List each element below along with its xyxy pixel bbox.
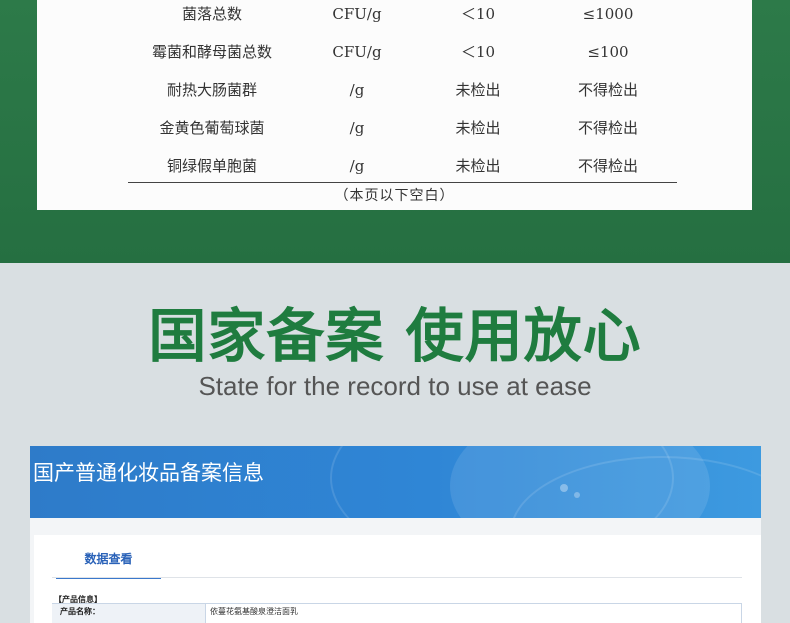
- top-band: 菌落总数 CFU/g ＜10 ≤1000 霉菌和酵母菌总数 CFU/g ＜10 …: [0, 0, 790, 263]
- report-unit: /g: [349, 157, 365, 175]
- report-unit: /g: [349, 81, 365, 99]
- test-report-card: 菌落总数 CFU/g ＜10 ≤1000 霉菌和酵母菌总数 CFU/g ＜10 …: [37, 0, 752, 210]
- report-limit: ≤100: [587, 43, 629, 61]
- report-result: ＜10: [460, 5, 496, 23]
- report-limit: 不得检出: [577, 157, 639, 175]
- report-result: 未检出: [455, 119, 501, 137]
- report-result: ＜10: [460, 43, 496, 61]
- tab-divider: [52, 577, 742, 578]
- report-item: 耐热大肠菌群: [166, 81, 258, 99]
- page-subheadline: State for the record to use at ease: [198, 371, 592, 401]
- registration-content: 数据查看 【产品信息】 产品名称： 依蔓花氨基酸泉澄洁面乳: [34, 535, 761, 623]
- report-limit: ≤1000: [582, 5, 634, 23]
- report-unit: CFU/g: [332, 43, 382, 61]
- report-row: 耐热大肠菌群 /g 未检出 不得检出: [37, 78, 752, 116]
- tab-data-view[interactable]: 数据查看: [56, 550, 161, 579]
- registration-banner: 国产普通化妆品备案信息: [30, 446, 761, 518]
- report-item: 铜绿假单胞菌: [166, 157, 258, 175]
- product-name-row: 产品名称： 依蔓花氨基酸泉澄洁面乳: [52, 603, 742, 623]
- product-name-value: 依蔓花氨基酸泉澄洁面乳: [205, 604, 742, 623]
- report-result: 未检出: [455, 157, 501, 175]
- report-result: 未检出: [455, 81, 501, 99]
- report-item: 金黄色葡萄球菌: [159, 119, 265, 137]
- report-divider: [128, 182, 677, 183]
- report-unit: /g: [349, 119, 365, 137]
- report-blank-note: （本页以下空白）: [334, 188, 455, 204]
- registration-screenshot: 国产普通化妆品备案信息 数据查看 【产品信息】 产品名称： 依蔓花氨基酸泉澄洁面…: [30, 446, 761, 623]
- report-unit: CFU/g: [332, 5, 382, 23]
- page-headline: 国家备案 使用放心: [148, 302, 642, 370]
- report-item: 菌落总数: [181, 5, 243, 23]
- product-name-label: 产品名称：: [52, 604, 205, 623]
- report-limit: 不得检出: [577, 81, 639, 99]
- report-row: 菌落总数 CFU/g ＜10 ≤1000: [37, 2, 752, 40]
- report-row: 金黄色葡萄球菌 /g 未检出 不得检出: [37, 116, 752, 154]
- report-row: 霉菌和酵母菌总数 CFU/g ＜10 ≤100: [37, 40, 752, 78]
- registration-banner-title: 国产普通化妆品备案信息: [33, 461, 264, 485]
- report-item: 霉菌和酵母菌总数: [151, 43, 273, 61]
- report-limit: 不得检出: [577, 119, 639, 137]
